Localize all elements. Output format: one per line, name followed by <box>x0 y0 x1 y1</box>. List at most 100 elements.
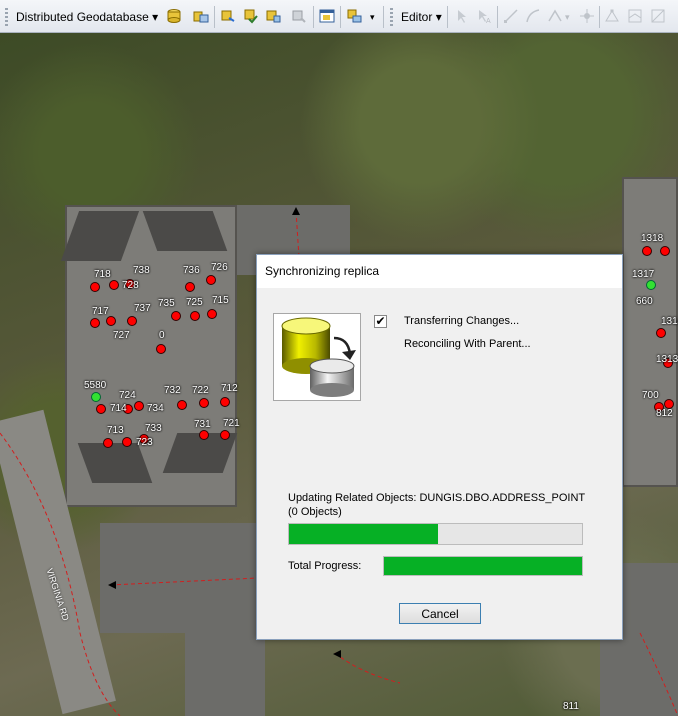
address-point-label: 812 <box>656 408 673 419</box>
editor-menu[interactable]: Editor ▾ <box>401 10 442 24</box>
check-mark-icon: ✔ <box>375 314 386 328</box>
address-point-marker[interactable] <box>220 430 230 440</box>
trace-icon[interactable] <box>547 8 563 24</box>
toolbar-separator <box>340 6 341 28</box>
address-point-marker[interactable] <box>190 311 200 321</box>
address-point-marker[interactable] <box>122 437 132 447</box>
address-point-label: 734 <box>147 403 164 414</box>
road-centerline <box>0 432 121 716</box>
address-point-marker[interactable] <box>199 398 209 408</box>
address-point-marker[interactable] <box>206 275 216 285</box>
address-point-label: 725 <box>186 297 203 308</box>
svg-text:A: A <box>486 18 491 24</box>
address-point-label: 1314 <box>661 316 678 327</box>
geodatabase-tools-icon[interactable] <box>346 8 362 24</box>
address-point-label: 660 <box>636 296 653 307</box>
cut-polygons-icon[interactable] <box>650 8 666 24</box>
toolbar-separator <box>447 6 448 28</box>
address-point-marker[interactable] <box>642 246 652 256</box>
address-point-marker[interactable] <box>109 280 119 290</box>
toolbar-grip[interactable] <box>390 8 393 26</box>
address-point-label: 738 <box>133 265 150 276</box>
address-point-marker[interactable] <box>106 316 116 326</box>
address-point-label: 718 <box>94 269 111 280</box>
synchronize-changes-icon[interactable] <box>193 8 209 24</box>
step-transferring-changes: Transferring Changes... <box>404 315 520 327</box>
total-progress-fill <box>384 557 582 575</box>
address-point-label: 726 <box>211 262 228 273</box>
address-point-label: 727 <box>113 330 130 341</box>
address-point-marker[interactable] <box>103 438 113 448</box>
straight-segment-icon[interactable] <box>503 8 519 24</box>
address-point-label: 713 <box>107 425 124 436</box>
address-point-label: 728 <box>122 280 139 291</box>
address-point-marker[interactable] <box>199 430 209 440</box>
export-changes-icon[interactable] <box>265 8 281 24</box>
address-point-marker[interactable] <box>90 318 100 328</box>
toolbar-overflow-chevron-icon[interactable]: ▾ <box>370 12 375 23</box>
current-progress-fill <box>289 524 439 544</box>
address-point-marker[interactable] <box>646 280 656 290</box>
synchronizing-replica-dialog: Synchronizing replica ✔ Transferring Cha… <box>256 254 623 640</box>
address-point-marker[interactable] <box>220 397 230 407</box>
address-point-label: 811 <box>563 701 579 712</box>
transferring-changes-checkbox: ✔ <box>374 315 387 328</box>
address-point-label: 1317 <box>632 269 655 280</box>
address-point-label: 736 <box>183 265 200 276</box>
toolbar-separator <box>497 6 498 28</box>
direction-arrow <box>108 581 116 589</box>
construction-tools-chevron-icon[interactable]: ▾ <box>565 12 570 23</box>
address-point-marker[interactable] <box>90 282 100 292</box>
address-point-label: 0 <box>159 330 165 341</box>
create-replica-icon[interactable] <box>166 8 182 24</box>
replica-manager-icon[interactable] <box>319 8 335 24</box>
address-point-marker[interactable] <box>656 328 666 338</box>
address-point-marker[interactable] <box>207 309 217 319</box>
address-point-marker[interactable] <box>156 344 166 354</box>
address-point-marker[interactable] <box>96 404 106 414</box>
address-point-marker[interactable] <box>171 311 181 321</box>
distributed-geodatabase-menu[interactable]: Distributed Geodatabase ▾ <box>16 10 158 24</box>
address-point-label: 722 <box>192 385 209 396</box>
dialog-title-bar[interactable]: Synchronizing replica <box>257 255 622 288</box>
editor-menu-label: Editor <box>401 10 433 24</box>
address-point-marker[interactable] <box>91 392 101 402</box>
end-point-arc-icon[interactable] <box>525 8 541 24</box>
step-reconciling-with-parent: Reconciling With Parent... <box>404 338 531 350</box>
current-progress-bar <box>288 523 583 545</box>
address-point-marker[interactable] <box>127 316 137 326</box>
edit-tool-icon[interactable] <box>454 8 470 24</box>
toolbar: Distributed Geodatabase ▾ ▾ Editor ▾ A ▾ <box>0 0 678 33</box>
address-point-marker[interactable] <box>177 400 187 410</box>
address-point-label: 714 <box>110 403 127 414</box>
replica-database-icon <box>273 313 361 401</box>
total-progress-label: Total Progress: <box>288 560 362 572</box>
road-centerline <box>639 632 678 716</box>
toolbar-grip[interactable] <box>5 8 8 26</box>
distributed-geodatabase-label: Distributed Geodatabase <box>16 10 149 24</box>
status-text: Updating Related Objects: DUNGIS.DBO.ADD… <box>288 492 586 504</box>
address-point-label: 1313 <box>656 354 678 365</box>
address-point-label: 731 <box>194 419 211 430</box>
edit-vertices-icon[interactable] <box>604 8 620 24</box>
direction-arrow <box>292 207 300 215</box>
address-point-label: 712 <box>221 383 238 394</box>
cancel-button[interactable]: Cancel <box>399 603 481 624</box>
point-tool-icon[interactable] <box>579 8 595 24</box>
import-changes-icon[interactable] <box>291 8 307 24</box>
extract-data-icon[interactable] <box>220 8 236 24</box>
reshape-feature-icon[interactable] <box>627 8 643 24</box>
address-point-marker[interactable] <box>185 282 195 292</box>
address-point-label: 733 <box>145 423 162 434</box>
check-out-icon[interactable] <box>243 8 259 24</box>
address-point-label: 732 <box>164 385 181 396</box>
address-point-label: 735 <box>158 298 175 309</box>
road-centerline <box>334 652 401 684</box>
address-point-label: 724 <box>119 390 136 401</box>
address-point-label: 721 <box>223 418 240 429</box>
address-point-marker[interactable] <box>134 401 144 411</box>
total-progress-bar <box>383 556 583 576</box>
edit-annotation-tool-icon[interactable]: A <box>476 8 492 24</box>
address-point-label: 715 <box>212 295 229 306</box>
address-point-marker[interactable] <box>660 246 670 256</box>
